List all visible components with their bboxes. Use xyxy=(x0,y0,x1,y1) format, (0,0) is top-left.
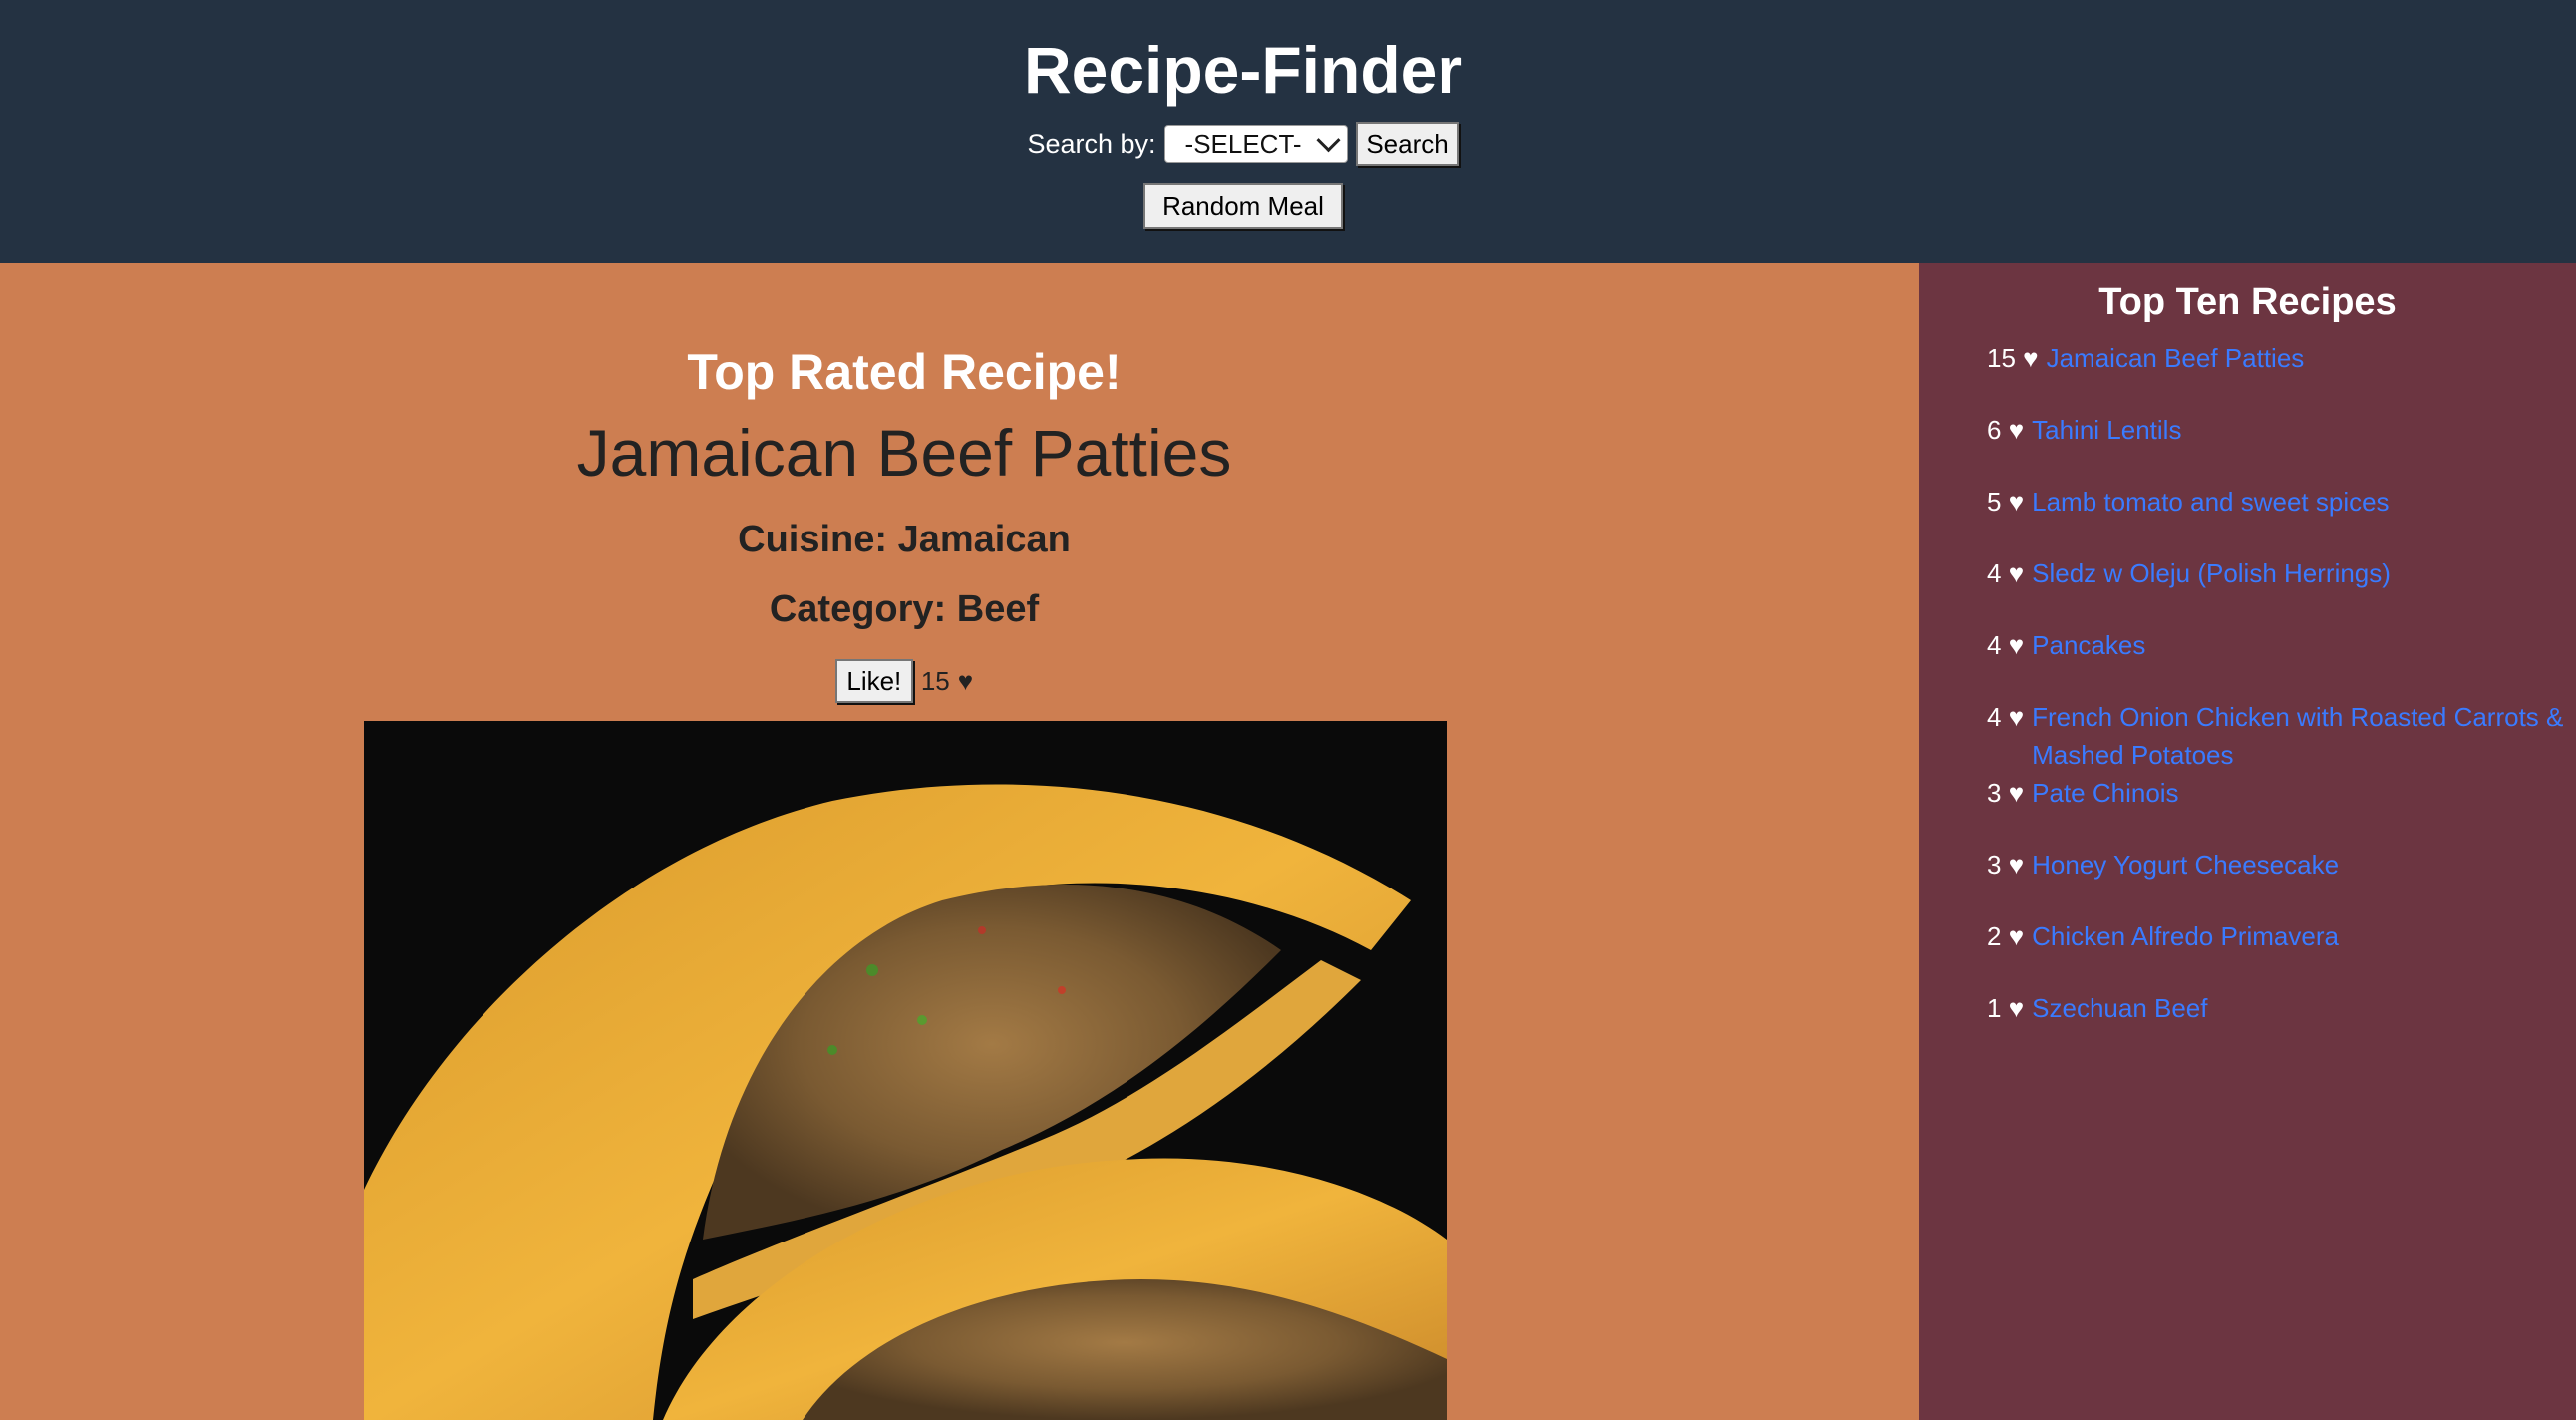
recipe-title: Jamaican Beef Patties xyxy=(576,416,1232,490)
top-ten-item: 3 ♥ Honey Yogurt Cheesecake xyxy=(1987,846,2576,917)
heart-icon: ♥ xyxy=(2008,778,2025,808)
recipe-image xyxy=(364,721,1447,1420)
like-count-wrap: 15 ♥ xyxy=(1987,339,2039,411)
top-ten-item: 4 ♥ Pancakes xyxy=(1987,626,2576,698)
top-ten-item: 5 ♥ Lamb tomato and sweet spices xyxy=(1987,483,2576,554)
sidebar-title: Top Ten Recipes xyxy=(2098,281,2397,323)
top-ten-item: 3 ♥ Pate Chinois xyxy=(1987,774,2576,846)
top-ten-item: 2 ♥ Chicken Alfredo Primavera xyxy=(1987,917,2576,989)
search-button[interactable]: Search xyxy=(1355,122,1459,166)
item-like-count: 4 xyxy=(1987,702,2002,732)
like-count-wrap: 5 ♥ xyxy=(1987,483,2024,554)
recipe-link[interactable]: Sledz w Oleju (Polish Herrings) xyxy=(2032,554,2391,626)
item-like-count: 5 xyxy=(1987,487,2002,517)
like-count: 15 xyxy=(920,665,950,696)
recipe-category: Category: Beef xyxy=(769,588,1040,630)
top-ten-list: 15 ♥ Jamaican Beef Patties 6 ♥ Tahini Lenti… xyxy=(1987,339,2576,1061)
search-bar: Search by: -SELECT- Search xyxy=(0,122,2486,166)
heart-icon: ♥ xyxy=(2008,993,2025,1023)
item-like-count: 1 xyxy=(1987,993,2002,1023)
like-count-wrap: 6 ♥ xyxy=(1987,411,2024,483)
random-meal-button[interactable]: Random Meal xyxy=(1143,183,1343,229)
like-count-wrap: 2 ♥ xyxy=(1987,917,2024,989)
item-like-count: 3 xyxy=(1987,850,2002,880)
search-type-value: -SELECT- xyxy=(1184,128,1302,159)
recipe-link[interactable]: Pate Chinois xyxy=(2032,774,2178,846)
app-header: Recipe-Finder Search by: -SELECT- Search… xyxy=(0,0,2576,263)
heart-icon: ♥ xyxy=(2008,415,2025,445)
like-row: Like! 15 ♥ xyxy=(0,658,1808,704)
like-count-wrap: 3 ♥ xyxy=(1987,774,2024,846)
heart-icon: ♥ xyxy=(2008,630,2025,660)
like-count-wrap: 4 ♥ xyxy=(1987,554,2024,626)
heart-icon: ♥ xyxy=(2023,343,2039,373)
top-ten-item: 1 ♥ Szechuan Beef xyxy=(1987,989,2576,1061)
like-button[interactable]: Like! xyxy=(834,659,913,703)
heart-icon: ♥ xyxy=(2008,558,2025,588)
recipe-link[interactable]: Pancakes xyxy=(2032,626,2145,698)
recipe-cuisine: Cuisine: Jamaican xyxy=(738,519,1071,560)
item-like-count: 4 xyxy=(1987,558,2002,588)
heart-icon: ♥ xyxy=(2008,850,2025,880)
like-count-wrap: 4 ♥ xyxy=(1987,626,2024,698)
recipe-link[interactable]: Tahini Lentils xyxy=(2032,411,2181,483)
recipe-photo-illustration xyxy=(364,721,1447,1420)
like-count-wrap: 1 ♥ xyxy=(1987,989,2024,1061)
item-like-count: 4 xyxy=(1987,630,2002,660)
like-count-wrap: 3 ♥ xyxy=(1987,846,2024,917)
top-ten-item: 6 ♥ Tahini Lentils xyxy=(1987,411,2576,483)
search-by-label: Search by: xyxy=(1027,128,1156,159)
recipe-link[interactable]: French Onion Chicken with Roasted Carrot… xyxy=(2032,698,2576,774)
recipe-link[interactable]: Chicken Alfredo Primavera xyxy=(2032,917,2339,989)
top-ten-item: 4 ♥ Sledz w Oleju (Polish Herrings) xyxy=(1987,554,2576,626)
item-like-count: 15 xyxy=(1987,343,2016,373)
heart-icon: ♥ xyxy=(2008,487,2025,517)
top-ten-item: 15 ♥ Jamaican Beef Patties xyxy=(1987,339,2576,411)
heart-icon: ♥ xyxy=(957,665,974,696)
heart-icon: ♥ xyxy=(2008,921,2025,951)
featured-recipe-panel: Top Rated Recipe! Jamaican Beef Patties … xyxy=(0,263,1919,1420)
chevron-down-icon xyxy=(1316,127,1341,152)
recipe-link[interactable]: Szechuan Beef xyxy=(2032,989,2207,1061)
app-title: Recipe-Finder xyxy=(1023,33,1463,107)
heart-icon: ♥ xyxy=(2008,702,2025,732)
top-rated-heading: Top Rated Recipe! xyxy=(687,344,1122,400)
like-count-wrap: 4 ♥ xyxy=(1987,698,2024,774)
recipe-link[interactable]: Lamb tomato and sweet spices xyxy=(2032,483,2389,554)
item-like-count: 3 xyxy=(1987,778,2002,808)
search-type-select[interactable]: -SELECT- xyxy=(1163,125,1348,163)
recipe-link[interactable]: Honey Yogurt Cheesecake xyxy=(2032,846,2339,917)
item-like-count: 6 xyxy=(1987,415,2002,445)
recipe-link[interactable]: Jamaican Beef Patties xyxy=(2047,339,2305,411)
top-ten-sidebar: Top Ten Recipes 15 ♥ Jamaican Beef Pattie… xyxy=(1919,263,2576,1420)
item-like-count: 2 xyxy=(1987,921,2002,951)
top-ten-item: 4 ♥ French Onion Chicken with Roasted Car… xyxy=(1987,698,2576,774)
